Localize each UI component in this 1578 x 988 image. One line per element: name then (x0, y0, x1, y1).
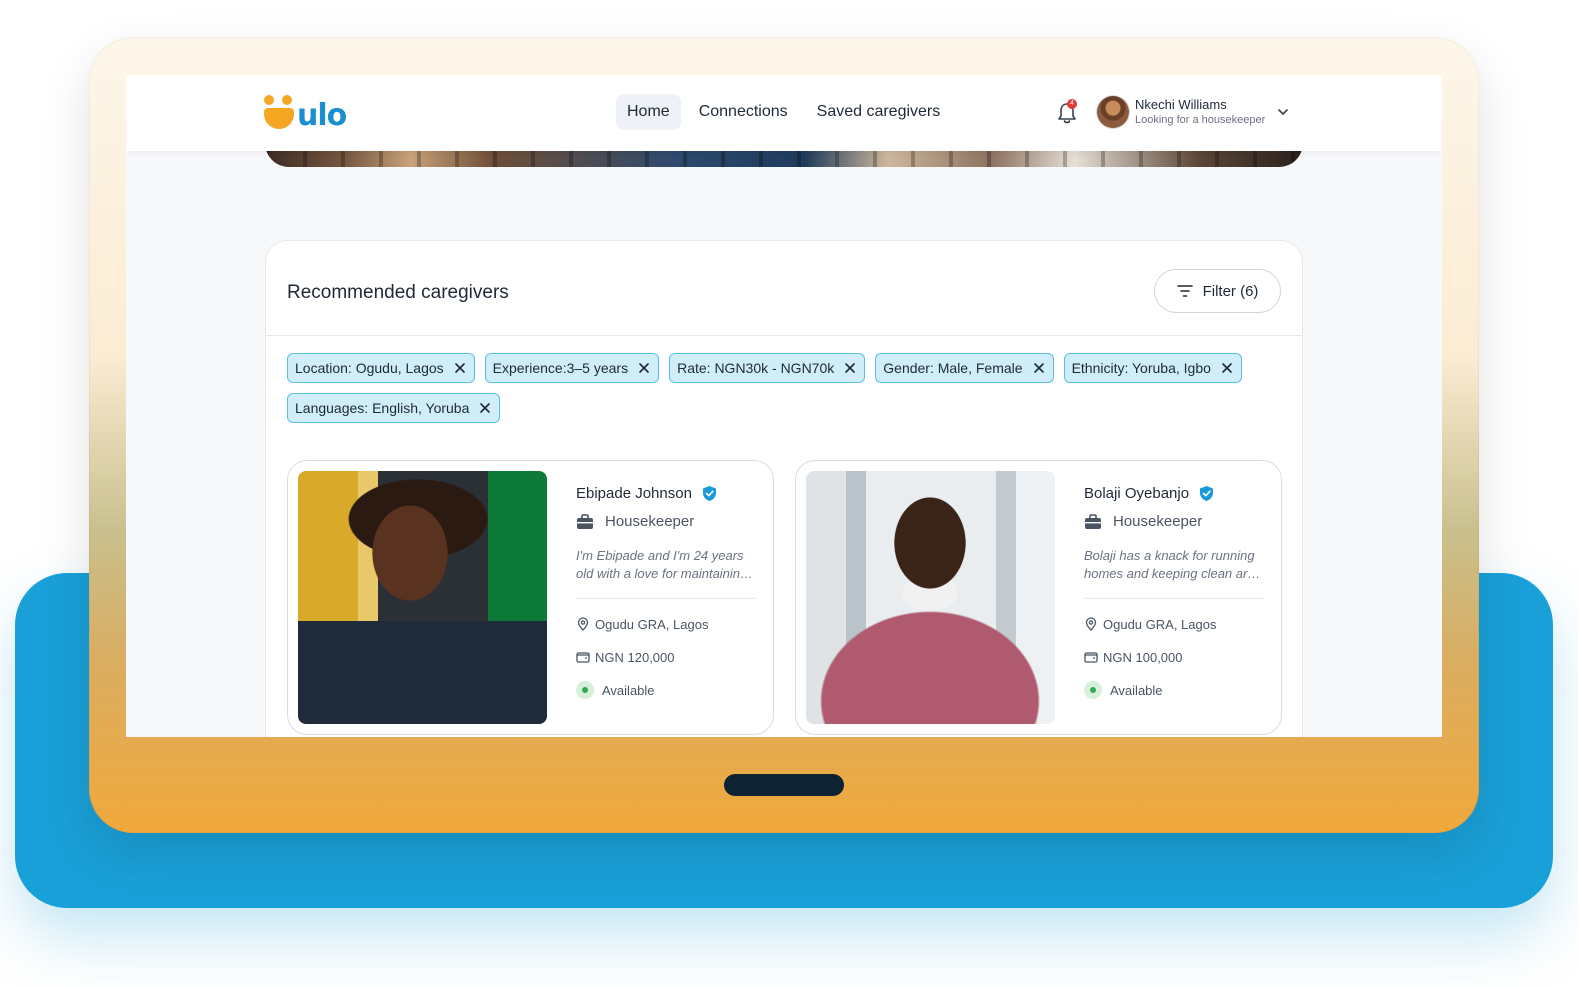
filter-chip-rate[interactable]: Rate: NGN30k - NGN70k (669, 353, 866, 383)
caregiver-bio: I'm Ebipade and I'm 24 years old with a … (576, 547, 756, 583)
filter-chip-label: Experience:3–5 years (492, 360, 629, 376)
caregiver-bio: Bolaji has a knack for running homes and… (1084, 547, 1264, 583)
filter-chip-gender[interactable]: Gender: Male, Female (875, 353, 1054, 383)
active-filters: Location: Ogudu, Lagos Experience:3–5 ye… (287, 353, 1287, 423)
filter-chip-label: Languages: English, Yoruba (295, 400, 470, 416)
app-screen: ulo Home Connections Saved caregivers 4 … (126, 75, 1442, 737)
close-icon[interactable] (1221, 362, 1233, 374)
wallet-icon (1084, 652, 1098, 663)
caregiver-role: Housekeeper (605, 513, 695, 530)
filter-button-label: Filter (6) (1202, 282, 1259, 300)
caregiver-location: Ogudu GRA, Lagos (595, 616, 709, 632)
briefcase-icon (577, 513, 593, 529)
verified-badge-icon (1200, 486, 1214, 501)
briefcase-icon (1085, 513, 1101, 529)
nav-connections[interactable]: Connections (688, 94, 799, 130)
notification-badge: 4 (1067, 99, 1077, 109)
caregiver-photo (298, 471, 547, 724)
logo-wordmark: ulo (297, 98, 347, 133)
caregiver-card[interactable]: Bolaji Oyebanjo Housekeeper Bolaji has a… (795, 460, 1282, 735)
user-profile-menu[interactable]: Nkechi Williams Looking for a housekeepe… (1097, 96, 1291, 128)
filter-chip-label: Location: Ogudu, Lagos (295, 360, 444, 376)
divider (1084, 598, 1264, 599)
device-home-indicator (724, 774, 844, 796)
ulo-logo-mark-icon (264, 95, 294, 131)
caregiver-bio-line: old with a love for maintaining homes (576, 566, 756, 581)
user-role: Looking for a housekeeper (1135, 113, 1266, 126)
close-icon[interactable] (638, 362, 650, 374)
caregiver-location: Ogudu GRA, Lagos (1103, 616, 1217, 632)
filter-chip-ethnicity[interactable]: Ethnicity: Yoruba, Igbo (1063, 353, 1242, 383)
top-navbar: ulo Home Connections Saved caregivers 4 … (126, 75, 1442, 151)
ulo-logo[interactable]: ulo (264, 95, 347, 133)
close-icon[interactable] (844, 362, 856, 374)
filter-chip-experience[interactable]: Experience:3–5 years (484, 353, 660, 383)
nav-saved-caregivers[interactable]: Saved caregivers (806, 94, 952, 130)
location-pin-icon (577, 617, 589, 631)
caregiver-name: Ebipade Johnson (576, 485, 692, 502)
chevron-down-icon (1278, 109, 1289, 115)
verified-badge-icon (702, 486, 716, 501)
status-available-icon (1084, 681, 1102, 699)
filter-chip-label: Gender: Male, Female (883, 360, 1023, 376)
caregiver-status: Available (602, 682, 655, 698)
close-icon[interactable] (454, 362, 466, 374)
filter-chip-label: Rate: NGN30k - NGN70k (677, 360, 835, 376)
wallet-icon (576, 652, 590, 663)
recommended-caregivers-panel: Recommended caregivers Filter (6) Locati… (265, 240, 1303, 737)
filter-chip-location[interactable]: Location: Ogudu, Lagos (287, 353, 475, 383)
filter-icon (1176, 285, 1193, 297)
close-icon[interactable] (479, 402, 491, 414)
nav-home[interactable]: Home (616, 94, 681, 130)
caregiver-rate: NGN 100,000 (1103, 649, 1183, 665)
caregiver-card[interactable]: Ebipade Johnson Housekeeper I'm Ebipade … (287, 460, 774, 735)
caregiver-status: Available (1110, 682, 1163, 698)
close-icon[interactable] (1033, 362, 1045, 374)
notifications-button[interactable]: 4 (1056, 99, 1078, 125)
filter-chip-label: Ethnicity: Yoruba, Igbo (1071, 360, 1211, 376)
panel-title: Recommended caregivers (287, 282, 509, 303)
caregiver-bio-line: Bolaji has a knack for running (1084, 548, 1255, 563)
filter-chip-languages[interactable]: Languages: English, Yoruba (287, 393, 501, 423)
panel-header: Recommended caregivers Filter (6) (266, 241, 1302, 336)
caregiver-bio-line: homes and keeping clean areas (1084, 566, 1264, 581)
status-available-icon (576, 681, 594, 699)
main-nav: Home Connections Saved caregivers (616, 94, 958, 130)
caregiver-rate: NGN 120,000 (595, 649, 675, 665)
divider (576, 598, 756, 599)
location-pin-icon (1085, 617, 1097, 631)
caregiver-role: Housekeeper (1113, 513, 1203, 530)
avatar (1097, 96, 1129, 128)
user-name: Nkechi Williams (1135, 96, 1227, 112)
filter-button[interactable]: Filter (6) (1154, 269, 1281, 313)
caregiver-photo (806, 471, 1055, 724)
caregiver-bio-line: I'm Ebipade and I'm 24 years (576, 548, 744, 563)
caregiver-name: Bolaji Oyebanjo (1084, 485, 1190, 502)
